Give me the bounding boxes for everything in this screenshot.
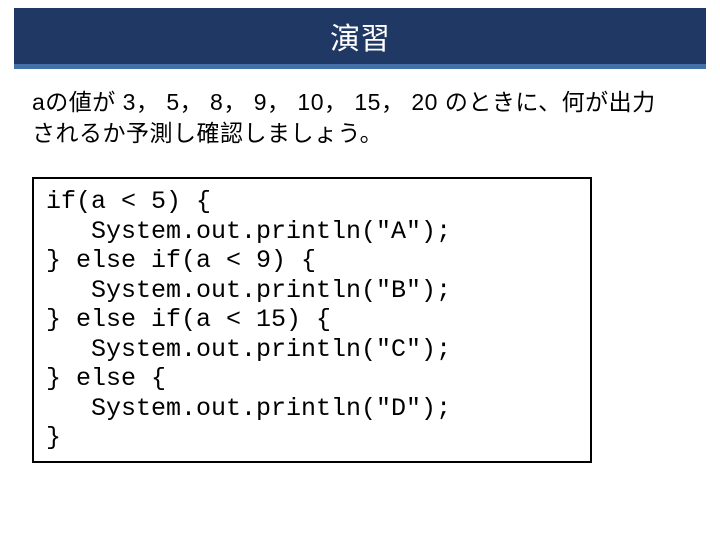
instruction-line-2: されるか予測し確認しましょう。	[32, 120, 383, 146]
code-box: if(a < 5) { System.out.println("A"); } e…	[32, 177, 592, 463]
instruction-text: aの値が 3， 5， 8， 9， 10， 15， 20 のときに、何が出力 され…	[32, 87, 688, 149]
code-line: System.out.println("A");	[46, 217, 451, 246]
code-line: System.out.println("B");	[46, 276, 451, 305]
slide: 演習 aの値が 3， 5， 8， 9， 10， 15， 20 のときに、何が出力…	[0, 8, 720, 548]
code-line: }	[46, 423, 61, 452]
code-line: System.out.println("C");	[46, 335, 451, 364]
code-line: System.out.println("D");	[46, 394, 451, 423]
title-bar: 演習	[14, 8, 706, 69]
code-line: } else {	[46, 364, 166, 393]
code-line: } else if(a < 15) {	[46, 305, 331, 334]
title-text: 演習	[330, 23, 390, 56]
code-line: if(a < 5) {	[46, 187, 211, 216]
instruction-line-1: aの値が 3， 5， 8， 9， 10， 15， 20 のときに、何が出力	[32, 89, 656, 115]
code-line: } else if(a < 9) {	[46, 246, 316, 275]
